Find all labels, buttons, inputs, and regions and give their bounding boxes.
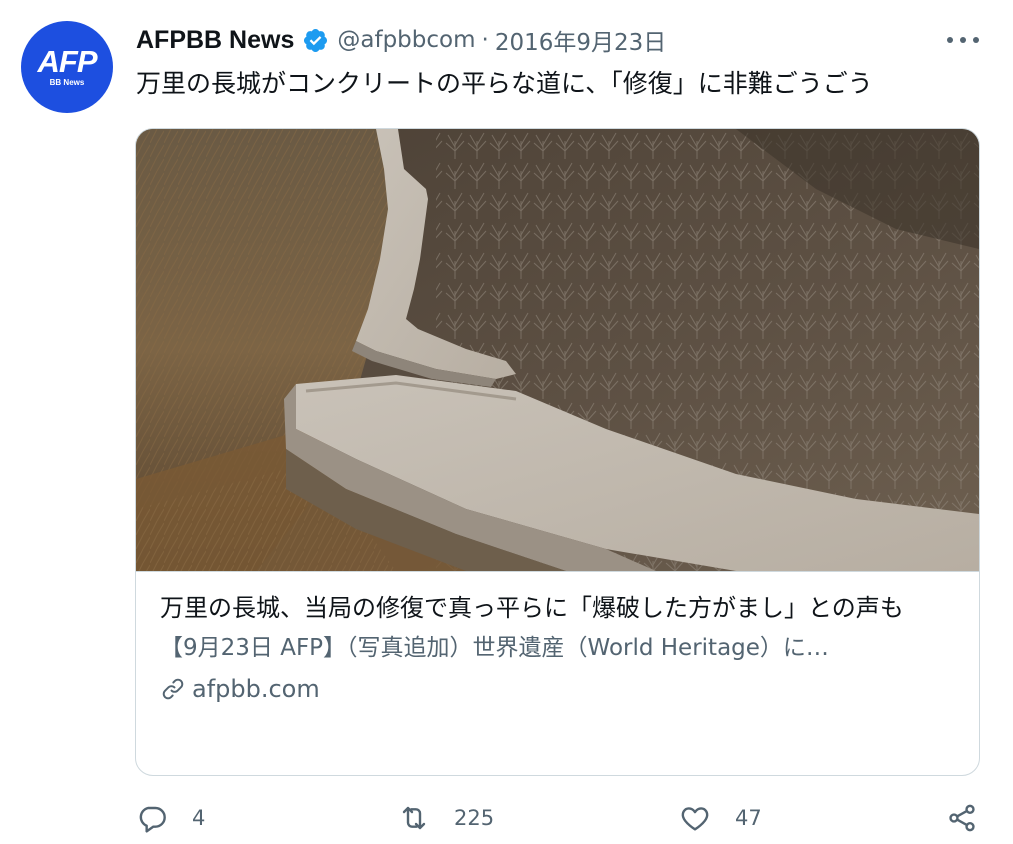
account-handle[interactable]: @afpbbcom [337,27,475,53]
heart-icon [681,807,709,831]
more-dot-icon [947,37,953,43]
link-card-body: 万里の長城、当局の修復で真っ平らに「爆破した方がまし」との声も 【9月23日 A… [160,591,960,703]
tweet-text: 万里の長城がコンクリートの平らな道に、「修復」に非難ごうごう [136,69,873,98]
link-card[interactable]: 万里の長城、当局の修復で真っ平らに「爆破した方がまし」との声も 【9月23日 A… [135,128,980,776]
more-options-button[interactable] [947,28,979,52]
tweet-header: AFPBB News @afpbbcom · 2016年9月23日 [136,22,666,58]
retweet-icon [402,806,426,830]
avatar-logo-subtext: BB News [49,77,85,87]
reply-button[interactable]: 4 [136,798,205,838]
link-card-description: 【9月23日 AFP】（写真追加）世界遺産（World Heritage）に… [160,635,829,661]
retweet-count: 225 [454,806,495,830]
share-icon [949,804,975,832]
tweet-date[interactable]: 2016年9月23日 [495,23,666,57]
more-dot-icon [973,37,979,43]
verified-badge-icon [304,28,328,52]
tweet-actions: 4 225 47 [136,798,981,838]
avatar[interactable]: AFP BB News [21,21,113,113]
tweet: AFP BB News AFPBB News @afpbbcom · 2016年… [0,0,1013,844]
link-icon [162,678,184,700]
great-wall-photo [136,129,979,572]
header-separator: · [481,27,489,53]
like-button[interactable]: 47 [679,798,762,838]
account-name[interactable]: AFPBB News [136,26,294,55]
reply-icon [139,806,166,833]
reply-count: 4 [192,806,206,830]
like-count: 47 [735,806,762,830]
link-card-domain: afpbb.com [160,675,960,703]
link-card-domain-text: afpbb.com [192,675,320,703]
retweet-button[interactable]: 225 [398,798,494,838]
more-dot-icon [960,37,966,43]
avatar-logo-text: AFP [37,43,98,79]
share-button[interactable] [946,798,978,838]
link-card-title: 万里の長城、当局の修復で真っ平らに「爆破した方がまし」との声も [160,594,904,622]
